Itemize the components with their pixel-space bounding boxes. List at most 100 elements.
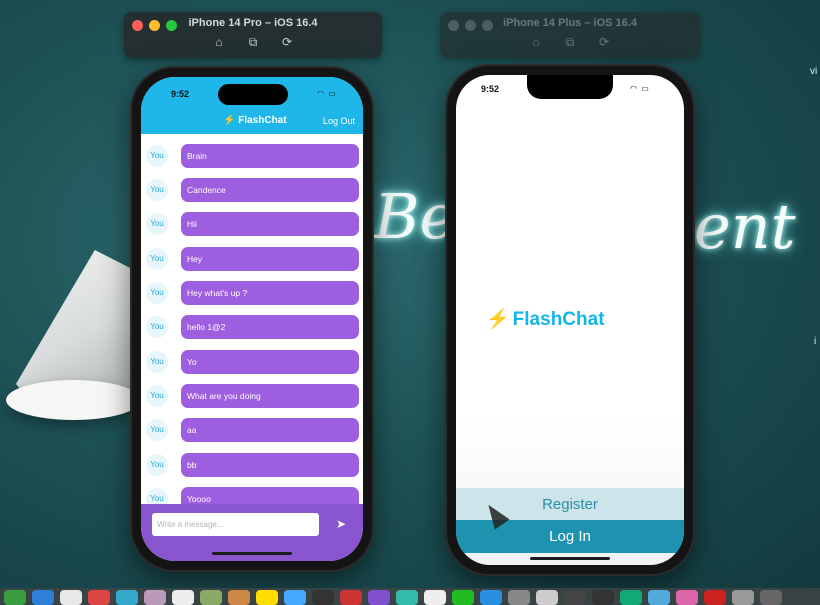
rotate-icon[interactable]: ⟳: [280, 36, 294, 49]
lamp-rim-decoration: [6, 380, 141, 420]
battery-icon: ▭: [641, 84, 650, 93]
screenshot-icon[interactable]: ⧉: [563, 36, 577, 49]
message-bubble: Hii: [181, 212, 359, 236]
dock-app-icon[interactable]: [200, 590, 222, 605]
dock-app-icon[interactable]: [620, 590, 642, 605]
message-bubble: aa: [181, 418, 359, 442]
message-bubble: bb: [181, 453, 359, 477]
dock-app-icon[interactable]: [536, 590, 558, 605]
sender-avatar: You: [146, 316, 168, 338]
brand-label: FlashChat: [238, 115, 287, 126]
dock-app-icon[interactable]: [340, 590, 362, 605]
message-bubble: What are you doing: [181, 384, 359, 408]
dock-app-icon[interactable]: [760, 590, 782, 605]
status-time: 9:52: [481, 84, 500, 94]
logout-button[interactable]: Log Out: [323, 116, 355, 126]
message-row: You aa: [141, 418, 363, 442]
dock-app-icon[interactable]: [508, 590, 530, 605]
dock-app-icon[interactable]: [284, 590, 306, 605]
sender-avatar: You: [146, 385, 168, 407]
dock-app-icon[interactable]: [32, 590, 54, 605]
dock-app-icon[interactable]: [312, 590, 334, 605]
sender-avatar: You: [146, 454, 168, 476]
dynamic-island: [218, 84, 288, 105]
home-indicator[interactable]: [530, 557, 610, 560]
dock-app-icon[interactable]: [396, 590, 418, 605]
sender-avatar: You: [146, 213, 168, 235]
dock-app-icon[interactable]: [116, 590, 138, 605]
macos-dock: [0, 588, 820, 605]
home-icon[interactable]: ⌂: [212, 36, 226, 49]
sender-avatar: You: [146, 145, 168, 167]
send-icon[interactable]: ➤: [333, 516, 349, 532]
edge-text-top: vi: [810, 66, 818, 77]
neon-sign-left: Be: [374, 180, 457, 253]
dock-app-icon[interactable]: [480, 590, 502, 605]
screenshot-icon[interactable]: ⧉: [246, 36, 260, 49]
message-bubble: Hey: [181, 247, 359, 271]
simulator-title: iPhone 14 Pro – iOS 16.4: [188, 17, 318, 29]
navigation-bar: 9:52 ◠ ▭ ⚡ FlashChat Log Out: [141, 77, 363, 134]
message-row: You What are you doing: [141, 384, 363, 408]
message-row: You Hii: [141, 212, 363, 236]
message-input[interactable]: [152, 513, 319, 536]
dock-app-icon[interactable]: [228, 590, 250, 605]
nav-title: ⚡ FlashChat: [223, 115, 287, 126]
rotate-icon[interactable]: ⟳: [597, 36, 611, 49]
home-indicator[interactable]: [212, 552, 292, 555]
message-row: You Hey: [141, 247, 363, 271]
message-bubble: Hey what's up ?: [181, 281, 359, 305]
bolt-icon: ⚡: [223, 115, 236, 126]
dock-app-icon[interactable]: [704, 590, 726, 605]
message-bubble: Candence: [181, 178, 359, 202]
sender-avatar: You: [146, 248, 168, 270]
message-bubble: Yo: [181, 350, 359, 374]
sender-avatar: You: [146, 419, 168, 441]
dock-app-icon[interactable]: [144, 590, 166, 605]
brand-label: FlashChat: [512, 309, 605, 330]
status-icons: ◠ ▭: [317, 89, 337, 98]
dock-app-icon[interactable]: [732, 590, 754, 605]
dock-app-icon[interactable]: [676, 590, 698, 605]
status-icons: ◠ ▭: [630, 84, 650, 93]
dock-app-icon[interactable]: [60, 590, 82, 605]
dock-app-icon[interactable]: [368, 590, 390, 605]
chat-screen: 9:52 ◠ ▭ ⚡ FlashChat Log Out You Brain Y…: [141, 77, 363, 561]
dock-icons: [0, 590, 782, 605]
iphone-14-pro-simulator: 9:52 ◠ ▭ ⚡ FlashChat Log Out You Brain Y…: [132, 68, 372, 570]
dock-app-icon[interactable]: [4, 590, 26, 605]
dock-app-icon[interactable]: [452, 590, 474, 605]
simulator-titlebar-left[interactable]: iPhone 14 Pro – iOS 16.4 ⌂ ⧉ ⟳: [124, 12, 382, 58]
simulator-title: iPhone 14 Plus – iOS 16.4: [503, 17, 637, 29]
message-row: You Yo: [141, 350, 363, 374]
edge-text-mid: i: [814, 336, 817, 347]
lamp-decoration: [8, 250, 148, 400]
dock-app-icon[interactable]: [172, 590, 194, 605]
sender-avatar: You: [146, 282, 168, 304]
home-icon[interactable]: ⌂: [529, 36, 543, 49]
dock-app-icon[interactable]: [592, 590, 614, 605]
message-row: You hello 1@2: [141, 315, 363, 339]
wifi-icon: ◠: [317, 89, 325, 98]
notch: [527, 75, 613, 99]
message-row: You bb: [141, 453, 363, 477]
dock-app-icon[interactable]: [564, 590, 586, 605]
status-time: 9:52: [171, 89, 190, 99]
dock-app-icon[interactable]: [424, 590, 446, 605]
message-row: You Brain: [141, 144, 363, 168]
welcome-title: ⚡ FlashChat: [486, 307, 605, 331]
dock-app-icon[interactable]: [648, 590, 670, 605]
login-button[interactable]: Log In: [456, 520, 684, 553]
bolt-icon: ⚡: [486, 309, 510, 330]
iphone-14-plus-simulator: 9:52 ◠ ▭ ⚡ FlashChat Register Log In: [447, 66, 693, 574]
message-row: You Candence: [141, 178, 363, 202]
simulator-titlebar-right[interactable]: iPhone 14 Plus – iOS 16.4 ⌂ ⧉ ⟳: [440, 12, 700, 58]
message-bubble: hello 1@2: [181, 315, 359, 339]
dock-app-icon[interactable]: [256, 590, 278, 605]
dock-app-icon[interactable]: [88, 590, 110, 605]
sender-avatar: You: [146, 179, 168, 201]
neon-sign-right: ent: [694, 190, 796, 263]
message-bubble: Brain: [181, 144, 359, 168]
battery-icon: ▭: [328, 89, 337, 98]
message-composer: ➤: [141, 504, 363, 561]
